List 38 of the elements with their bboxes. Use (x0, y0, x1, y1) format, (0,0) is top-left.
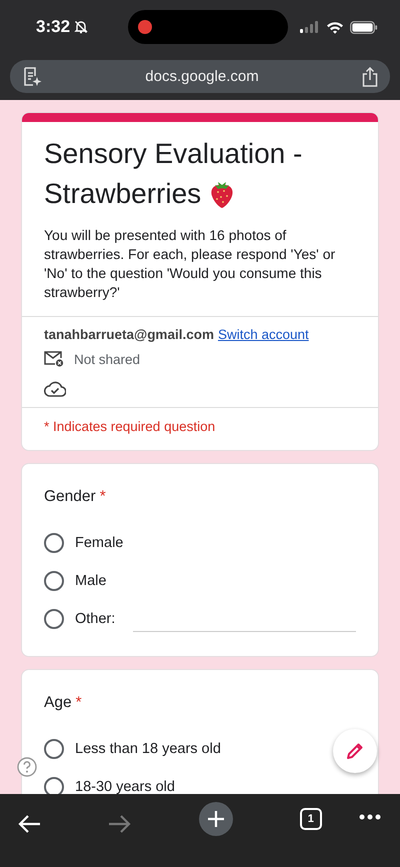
plus-icon (206, 810, 224, 828)
share-icon[interactable] (362, 66, 378, 86)
sharing-status: Not shared (74, 352, 140, 366)
more-icon[interactable] (359, 814, 381, 820)
option-label[interactable]: 18-30 years old (75, 779, 175, 794)
cloud-check-icon (44, 381, 66, 397)
option-label[interactable]: Other: (75, 611, 116, 627)
radio-button[interactable] (44, 533, 64, 553)
address-bar[interactable]: docs.google.com (10, 60, 390, 93)
option-label[interactable]: Female (75, 535, 124, 551)
back-icon[interactable] (18, 814, 42, 834)
new-tab-button[interactable] (198, 802, 232, 836)
required-asterisk: * (76, 694, 82, 711)
account-email: tanahbarrueta@gmail.com (44, 327, 214, 342)
question-title: Gender (44, 488, 96, 505)
radio-button[interactable] (44, 609, 64, 629)
url-text: docs.google.com (145, 68, 259, 85)
question-title: Age (44, 694, 72, 711)
required-note: * Indicates required question (44, 419, 216, 434)
battery-icon (350, 20, 378, 34)
required-asterisk: * (100, 488, 106, 505)
help-icon[interactable] (17, 757, 37, 777)
switch-account-link[interactable]: Switch account (218, 327, 309, 342)
form-title: Sensory Evaluation - (44, 137, 304, 171)
clock-time: 3:32 (36, 17, 70, 37)
wifi-icon (326, 20, 344, 34)
page-sparkle-icon[interactable] (22, 66, 42, 88)
pencil-icon (345, 741, 365, 761)
mail-blocked-icon (44, 351, 64, 367)
form-title: Strawberries (44, 177, 202, 211)
radio-button[interactable] (44, 739, 64, 759)
strawberry-icon (209, 179, 236, 209)
option-label[interactable]: Male (75, 573, 106, 589)
option-label[interactable]: Less than 18 years old (75, 741, 221, 757)
signal-icon (300, 21, 320, 33)
radio-button[interactable] (44, 571, 64, 591)
tab-count-button[interactable]: 1 (300, 808, 322, 830)
form-description: You will be presented with 16 photos of strawberries. For each, please respond 'Yes' or 'No' to the question 'Would you consume this strawberry?' (44, 226, 336, 302)
